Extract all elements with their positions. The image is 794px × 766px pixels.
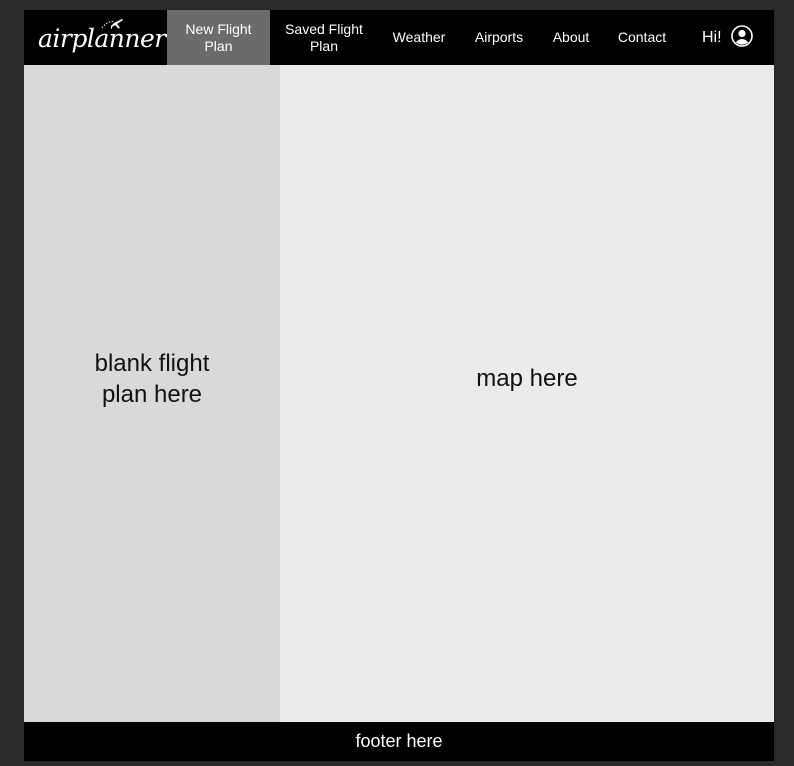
user-greeting: Hi! — [702, 28, 722, 46]
nav-saved-flight-plan[interactable]: Saved Flight Plan — [274, 10, 374, 65]
nav-label: Contact — [617, 29, 667, 45]
nav-label: Weather — [392, 29, 446, 45]
footer-text: footer here — [355, 731, 443, 751]
map-panel[interactable]: map here — [280, 65, 774, 722]
flight-plan-panel: blank flight plan here — [24, 65, 280, 722]
map-placeholder: map here — [476, 365, 578, 392]
nav-label: New Flight Plan — [185, 20, 252, 54]
nav-label: Airports — [474, 29, 524, 45]
user-circle-icon[interactable] — [731, 25, 753, 47]
airplane-icon — [101, 19, 123, 29]
nav-about[interactable]: About — [544, 10, 598, 65]
footer: footer here — [24, 722, 774, 761]
logo[interactable]: airplanner — [38, 18, 166, 58]
nav-weather[interactable]: Weather — [384, 10, 454, 65]
top-navigation-bar: airplanner New Flight Plan Saved Flight … — [24, 10, 774, 65]
nav-contact[interactable]: Contact — [610, 10, 674, 65]
nav-new-flight-plan[interactable]: New Flight Plan — [167, 10, 270, 65]
flight-plan-placeholder: blank flight plan here — [94, 349, 210, 408]
nav-label: Saved Flight Plan — [285, 20, 363, 54]
nav-airports[interactable]: Airports — [466, 10, 532, 65]
app-window: airplanner New Flight Plan Saved Flight … — [24, 10, 774, 761]
nav-label: About — [552, 29, 590, 45]
